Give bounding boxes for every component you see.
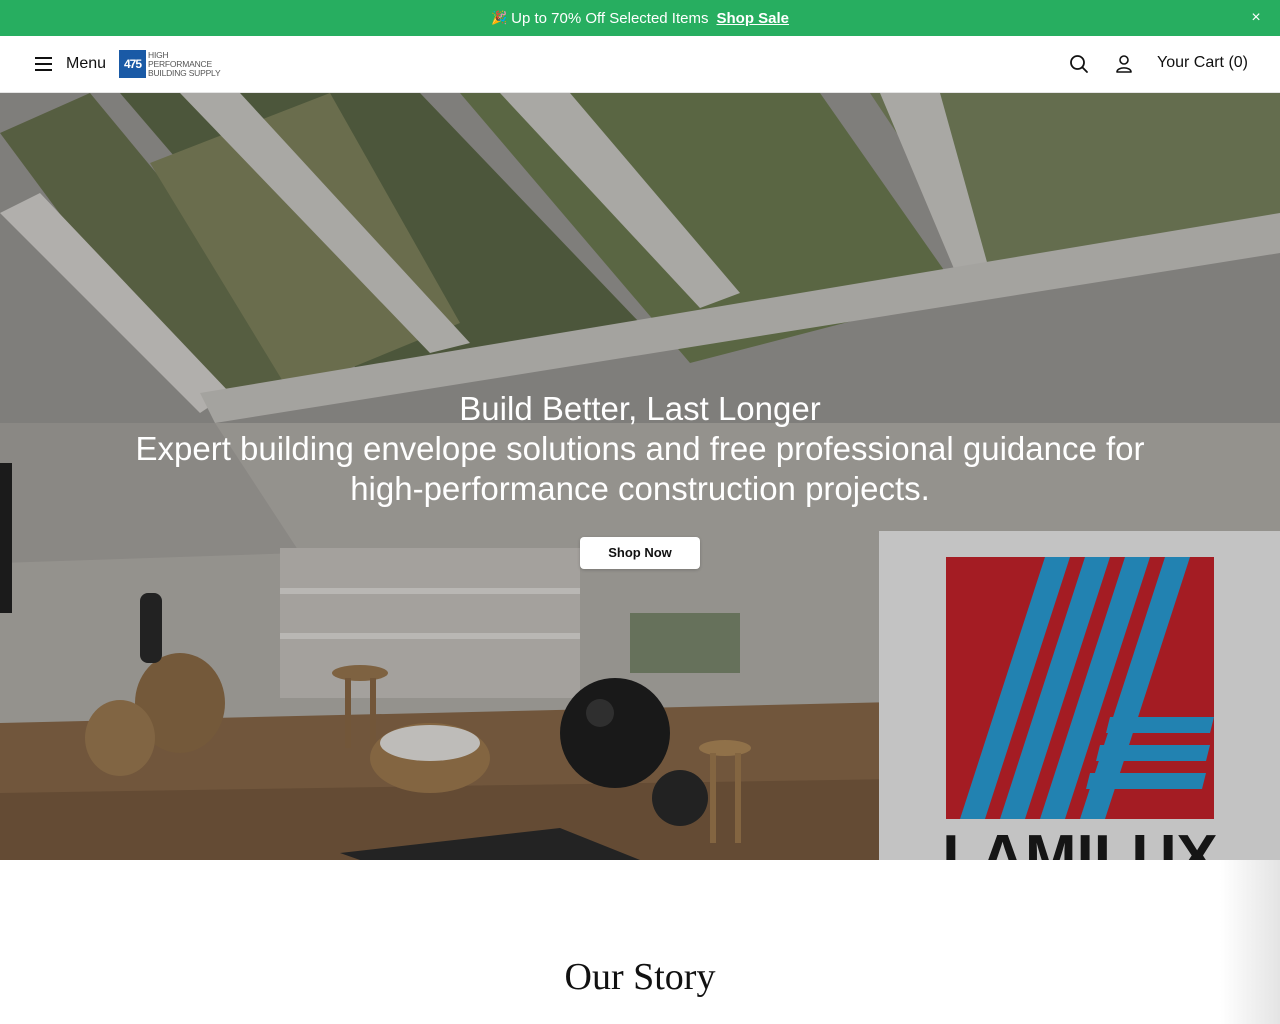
shop-now-button[interactable]: Shop Now [580, 537, 700, 569]
hero-title: Build Better, Last Longer [459, 390, 821, 427]
shop-sale-link[interactable]: Shop Sale [716, 10, 789, 27]
logo-line-3: BUILDING SUPPLY [148, 67, 221, 78]
close-announcement-button[interactable]: × [1246, 8, 1266, 28]
site-header: Menu 475 HIGH PERFORMANCE BUILDING SUPPL… [0, 36, 1280, 93]
hero-content: Build Better, Last Longer Expert buildin… [0, 389, 1280, 569]
menu-button[interactable]: Menu [34, 52, 106, 76]
site-logo[interactable]: 475 HIGH PERFORMANCE BUILDING SUPPLY [119, 49, 229, 79]
account-icon[interactable] [1114, 54, 1134, 74]
hero-banner: LAMILUX Build Better, Last Longer Expert… [0, 93, 1280, 860]
logo-wordmark: HIGH PERFORMANCE BUILDING SUPPLY [148, 50, 221, 78]
cart-link[interactable]: Your Cart (0) [1157, 54, 1248, 72]
menu-label: Menu [66, 55, 107, 72]
announcement-text: Up to 70% Off Selected Items [511, 9, 709, 27]
announcement-bar: 🎉 Up to 70% Off Selected Items Shop Sale… [0, 0, 1280, 36]
our-story-heading: Our Story [564, 956, 716, 998]
logo-mark: 475 [119, 50, 146, 78]
menu-icon [35, 57, 52, 71]
hero-subtitle: Expert building envelope solutions and f… [135, 430, 1145, 507]
party-icon: 🎉 [490, 10, 508, 25]
search-icon[interactable] [1069, 54, 1089, 74]
scroll-shadow [1220, 860, 1280, 1024]
